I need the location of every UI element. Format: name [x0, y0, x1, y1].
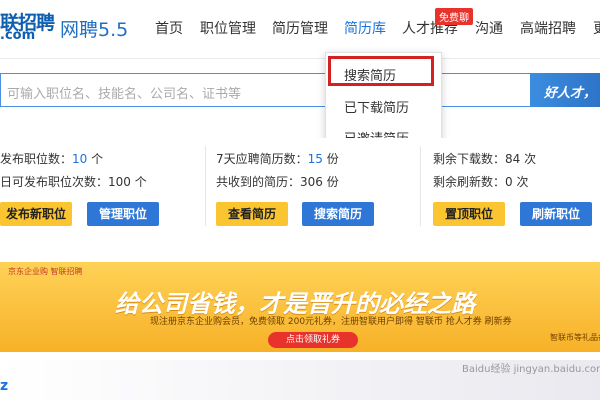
- stat-value: 10: [72, 152, 88, 166]
- top-header: 联招聘 .com 网聘5.5 首页 职位管理 简历管理 简历库 人才推荐 沟通 …: [0, 0, 600, 59]
- stat-unit: 个: [130, 175, 147, 189]
- free-chat-badge: 免费聊: [435, 8, 473, 25]
- stat-remaining-refreshes: 剩余刷新数：0 次: [433, 173, 528, 190]
- banner-promo-note: 智联币等礼品各自15个工作日: [550, 333, 600, 342]
- publish-new-job-button[interactable]: 发布新职位: [0, 202, 72, 226]
- claim-coupon-button[interactable]: 点击领取礼券: [268, 332, 358, 348]
- stat-value: 15: [307, 152, 323, 166]
- manage-jobs-button[interactable]: 管理职位: [87, 202, 159, 226]
- stat-label: 剩余下载数：: [433, 152, 506, 166]
- search-placeholder: 可输入职位名、技能名、公司名、证书等: [7, 87, 242, 102]
- nav-job-management[interactable]: 职位管理: [200, 18, 256, 38]
- highlight-box: [328, 56, 434, 86]
- nav-more[interactable]: 更: [593, 18, 600, 38]
- search-button[interactable]: 好人才，: [530, 73, 600, 107]
- stat-published-jobs: 发布职位数：10 个: [0, 150, 103, 167]
- stat-unit: 次: [512, 175, 529, 189]
- stat-value: 100: [108, 175, 131, 189]
- nav-resume-library[interactable]: 简历库: [344, 18, 386, 38]
- column-divider: [420, 146, 421, 226]
- banner-logos: 京东企业购 智联招聘: [8, 267, 83, 276]
- stat-total-resumes: 共收到的简历：306 份: [216, 173, 339, 190]
- top-job-button[interactable]: 置顶职位: [433, 202, 505, 226]
- view-resumes-button[interactable]: 查看简历: [216, 202, 288, 226]
- nav-resume-management[interactable]: 简历管理: [272, 18, 328, 38]
- logo-domain: .com: [0, 28, 36, 43]
- bottom-tab-fragment: z: [0, 378, 9, 394]
- stat-value: 84: [505, 152, 521, 166]
- stat-daily-publish-quota: 日可发布职位次数：100 个: [0, 173, 147, 190]
- nav-home[interactable]: 首页: [155, 18, 183, 38]
- stat-label: 7天应聘简历数：: [216, 152, 308, 166]
- column-divider: [205, 146, 206, 226]
- brand-title: 网聘5.5: [60, 19, 129, 41]
- stat-unit: 个: [87, 152, 104, 166]
- stat-label: 共收到的简历：: [216, 175, 301, 189]
- stat-label: 发布职位数：: [0, 152, 73, 166]
- stat-label: 日可发布职位次数：: [0, 175, 109, 189]
- stat-remaining-downloads: 剩余下载数：84 次: [433, 150, 536, 167]
- stat-value: 0: [505, 175, 513, 189]
- stat-7day-applications: 7天应聘简历数：15 份: [216, 150, 339, 167]
- stat-unit: 份: [322, 152, 339, 166]
- stat-value: 306: [300, 175, 323, 189]
- logo[interactable]: 联招聘 .com: [0, 8, 56, 48]
- menu-item-downloaded-resume[interactable]: 已下载简历: [344, 97, 409, 116]
- dashboard-stats: 发布职位数：10 个 日可发布职位次数：100 个 发布新职位 管理职位 7天应…: [0, 138, 600, 238]
- banner-subtext: 现注册京东企业购会员，免费领取 200元礼券，注册智联用户即得 智联币 抢人才券…: [150, 317, 512, 327]
- stat-unit: 次: [520, 152, 537, 166]
- nav-communication[interactable]: 沟通: [475, 18, 503, 38]
- stat-unit: 份: [322, 175, 339, 189]
- refresh-jobs-button[interactable]: 刷新职位: [520, 202, 592, 226]
- search-button-label: 好人才，: [544, 86, 597, 101]
- stat-label: 剩余刷新数：: [433, 175, 506, 189]
- watermark: Baidu经验 jingyan.baidu.com: [462, 364, 600, 375]
- search-bar: 可输入职位名、技能名、公司名、证书等 好人才，: [0, 73, 600, 109]
- search-resumes-button[interactable]: 搜索简历: [302, 202, 374, 226]
- nav-high-end-recruiting[interactable]: 高端招聘: [520, 18, 576, 38]
- search-input[interactable]: 可输入职位名、技能名、公司名、证书等: [0, 73, 530, 107]
- promo-banner[interactable]: 京东企业购 智联招聘 给公司省钱，才是晋升的必经之路 现注册京东企业购会员，免费…: [0, 262, 600, 352]
